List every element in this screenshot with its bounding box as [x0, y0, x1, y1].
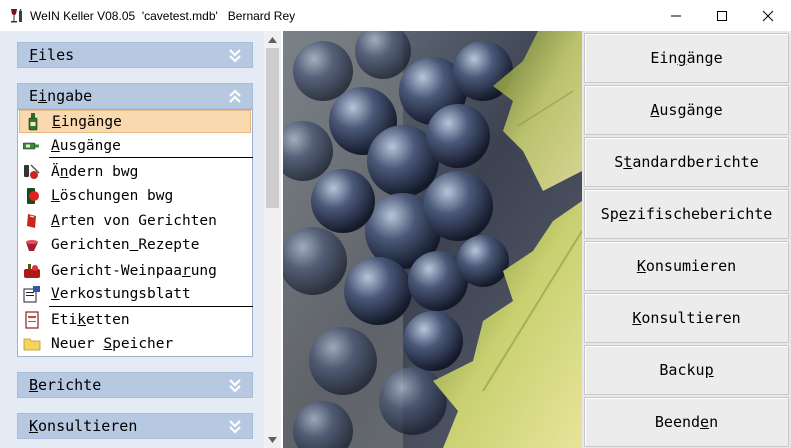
item-label: Verkostungsblatt — [51, 285, 191, 302]
backup-button[interactable]: Backu p — [584, 345, 789, 395]
konsumieren-button[interactable]: Konsumieren — [584, 241, 789, 291]
action-button-panel: Ein g änge Ausgänge St andardberichte Sp e zi… — [582, 31, 791, 448]
item-label: Ändern bwg — [51, 163, 139, 180]
wine-glass-app-icon — [8, 8, 24, 24]
title-bar: WeIN Keller V08.05 'cavetest.mdb' Bernar… — [0, 0, 791, 31]
arrow-down-icon — [268, 436, 277, 443]
eingabe-item-list: Eingänge Ausgänge Ändern bwg Löschungen … — [17, 109, 253, 357]
chevron-double-down-icon — [229, 379, 241, 393]
list-item-etiketten[interactable]: Etiketten — [19, 308, 251, 331]
delete-bottle-icon — [23, 187, 41, 205]
list-item-gericht-weinpaarung[interactable]: Gericht-Weinpaarung — [19, 259, 251, 282]
item-label: Gericht-Weinpaarung — [51, 262, 217, 279]
group-header-eingabe[interactable]: Eingabe — [17, 83, 253, 109]
item-label: Etiketten — [51, 311, 130, 328]
pairing-icon — [23, 262, 41, 280]
list-item-ausgaenge[interactable]: Ausgänge — [19, 134, 251, 157]
chevron-double-down-icon — [229, 420, 241, 434]
item-label: Eingänge — [52, 113, 122, 130]
chevron-double-down-icon — [229, 49, 241, 63]
sidebar: Files Eingabe Eingänge Ausgänge Ändern b… — [0, 31, 264, 448]
scroll-thumb[interactable] — [266, 48, 279, 208]
list-item-arten-von-gerichten[interactable]: Arten von Gerichten — [19, 209, 251, 232]
divider — [49, 306, 253, 307]
maximize-icon — [717, 10, 727, 21]
bottle-out-icon — [23, 137, 41, 155]
dish-type-icon — [23, 212, 41, 230]
item-label: Neuer Speicher — [51, 335, 174, 352]
list-item-loeschungen[interactable]: Löschungen bwg — [19, 184, 251, 207]
list-item-aendern[interactable]: Ändern bwg — [19, 160, 251, 183]
konsultieren-button[interactable]: Konsultieren — [584, 293, 789, 343]
group-label: Konsultieren — [29, 417, 138, 435]
tasting-sheet-icon — [23, 285, 41, 303]
divider — [49, 157, 253, 158]
edit-bottle-icon — [23, 163, 41, 181]
beenden-button[interactable]: Beend e n — [584, 397, 789, 447]
minimize-button[interactable] — [653, 0, 699, 31]
grapes-image — [283, 31, 582, 448]
group-label: Eingabe — [29, 87, 93, 105]
scroll-up-button[interactable] — [264, 31, 281, 48]
sidebar-scrollbar[interactable] — [264, 31, 281, 448]
list-item-neuer-speicher[interactable]: Neuer Speicher — [19, 332, 251, 355]
list-item-eingaenge[interactable]: Eingänge — [19, 110, 251, 133]
group-header-konsultieren[interactable]: Konsultieren — [17, 413, 253, 439]
scroll-down-button[interactable] — [264, 431, 281, 448]
list-item-verkostungsblatt[interactable]: Verkostungsblatt — [19, 282, 251, 305]
list-item-gerichten-rezepte[interactable]: Gerichten Rezepte — [19, 233, 251, 256]
wine-bottle-icon — [24, 112, 42, 131]
recipe-icon — [23, 236, 41, 254]
folder-icon — [23, 335, 41, 353]
group-label: Berichte — [29, 376, 102, 394]
item-label: Arten von Gerichten — [51, 212, 217, 229]
standardberichte-button[interactable]: St andardberichte — [584, 137, 789, 187]
spezifischeberichte-button[interactable]: Sp e zifischeberichte — [584, 189, 789, 239]
eingaenge-button[interactable]: Ein g änge — [584, 33, 789, 83]
group-header-berichte[interactable]: Berichte — [17, 372, 253, 398]
item-label: Löschungen bwg — [51, 187, 174, 204]
maximize-button[interactable] — [699, 0, 745, 31]
ausgaenge-button[interactable]: Ausgänge — [584, 85, 789, 135]
close-button[interactable] — [745, 0, 791, 31]
window-title: WeIN Keller V08.05 'cavetest.mdb' Bernar… — [30, 8, 296, 23]
item-label: Gerichten Rezepte — [51, 236, 200, 253]
label-icon — [23, 310, 41, 329]
chevron-double-up-icon — [229, 89, 241, 103]
group-label: Files — [29, 46, 75, 64]
group-header-files[interactable]: Files — [17, 42, 253, 68]
item-label: Ausgänge — [51, 137, 121, 154]
minimize-icon — [671, 15, 681, 16]
arrow-up-icon — [268, 36, 277, 43]
close-icon — [762, 10, 774, 21]
